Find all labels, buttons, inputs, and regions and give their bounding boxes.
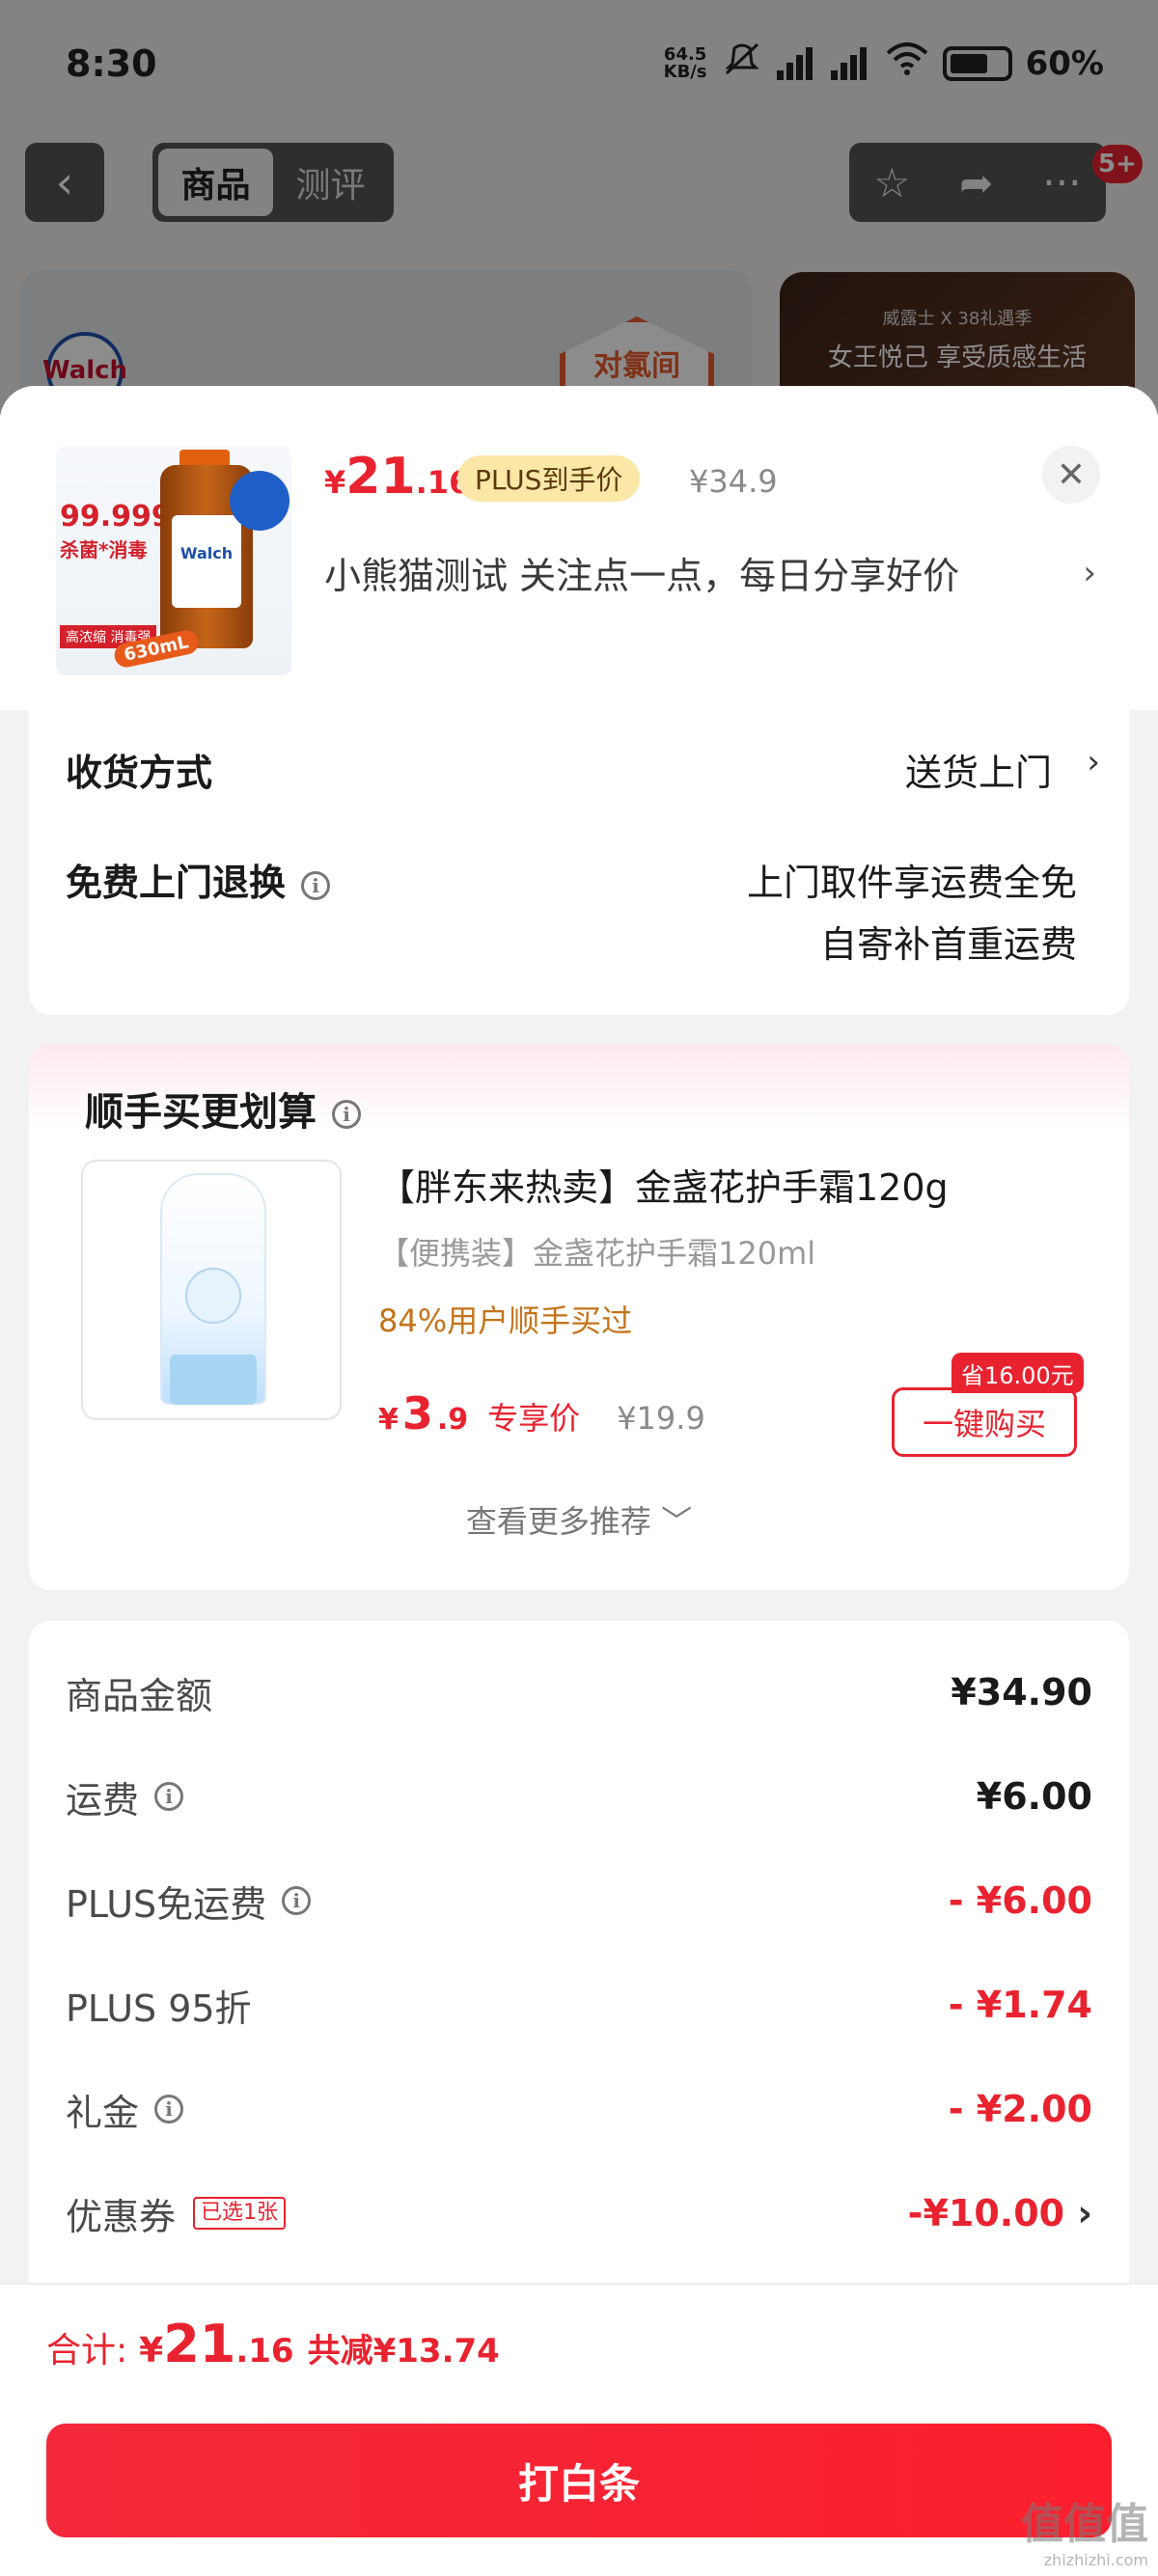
tube-cap — [170, 1355, 257, 1405]
rec-price-integer: 3 — [401, 1387, 433, 1439]
one-click-buy-button[interactable]: 一键购买 — [892, 1387, 1077, 1457]
watermark: 值值值 zhizhizhi.com — [1021, 2489, 1148, 2569]
info-icon[interactable]: i — [154, 2095, 184, 2124]
summary-label-text: 运费 — [66, 1778, 140, 1822]
price-symbol: ¥ — [324, 464, 346, 501]
original-price: ¥34.9 — [689, 463, 778, 500]
pay-button[interactable]: 打白条 — [46, 2424, 1112, 2537]
summary-value: ¥34.90 — [951, 1671, 1092, 1713]
shop-line-text: 小熊猫测试 关注点一点，每日分享好价 — [324, 555, 960, 597]
total-symbol: ¥ — [139, 2331, 164, 2370]
save-badge: 省16.00元 — [951, 1353, 1084, 1393]
free-return-label: 免费上门退换 i — [66, 853, 331, 906]
summary-label-text: 优惠券 — [66, 2195, 177, 2238]
overlay-dim[interactable] — [0, 0, 1158, 415]
coupon-value: -¥10.00 — [907, 2192, 1065, 2234]
checkout-sheet: 99.999% 杀菌*消毒 高浓缩 消毒强 Walch 630mL ¥ 21 .… — [0, 386, 1158, 2576]
chevron-right-icon[interactable]: › — [1087, 743, 1100, 781]
summary-row-goods: 商品金额 ¥34.90 — [66, 1663, 1092, 1721]
total-bar: 合计: ¥ 21 .16 共减¥13.74 — [0, 2283, 1158, 2412]
info-icon[interactable]: i — [282, 1886, 312, 1915]
product-thumbnail: 99.999% 杀菌*消毒 高浓缩 消毒强 Walch 630mL — [56, 446, 291, 675]
summary-row-shipping: 运费 i ¥6.00 — [66, 1768, 1092, 1825]
delivery-card: 收货方式 送货上门 › 免费上门退换 i 上门取件享运费全免 自寄补首重运费 — [29, 710, 1129, 1015]
summary-value: - ¥1.74 — [948, 1984, 1092, 2026]
product-header: 99.999% 杀菌*消毒 高浓缩 消毒强 Walch 630mL ¥ 21 .… — [0, 386, 1158, 710]
chevron-right-icon: › — [1083, 553, 1096, 592]
summary-label: 优惠券 已选1张 — [66, 2187, 287, 2240]
recommended-product-sub: 【便携装】金盏花护手霜120ml — [378, 1235, 816, 1272]
total-integer: 21 — [163, 2314, 236, 2374]
coupon-selected-tag: 已选1张 — [193, 2197, 287, 2230]
summary-label: PLUS 95折 — [66, 1987, 252, 2030]
free-return-text: 免费上门退换 — [66, 862, 287, 904]
price-summary-card: 商品金额 ¥34.90 运费 i ¥6.00 PLUS免运费 i - ¥6.00 P… — [29, 1621, 1129, 2316]
plus-price-tag: PLUS到手价 — [457, 455, 641, 502]
chevron-right-icon[interactable]: › — [1077, 2192, 1092, 2234]
bear-illustration — [185, 1268, 241, 1324]
pay-zone: 打白条 — [0, 2412, 1158, 2576]
bottle-label: Walch — [172, 515, 241, 608]
summary-label: 商品金额 — [66, 1674, 213, 1717]
rec-price-symbol: ¥ — [378, 1403, 399, 1437]
close-icon: ✕ — [1056, 454, 1087, 495]
shop-link[interactable]: 小熊猫测试 关注点一点，每日分享好价 › — [324, 546, 1096, 599]
watermark-main: 值值值 — [1021, 2500, 1148, 2549]
total-amount: 合计: ¥ 21 .16 共减¥13.74 — [46, 2314, 500, 2374]
summary-value: -¥10.00 › — [908, 2192, 1092, 2234]
summary-row-coupon[interactable]: 优惠券 已选1张 -¥10.00 › — [66, 2184, 1092, 2242]
rec-original-price: ¥19.9 — [617, 1400, 705, 1437]
recommendation-title-text: 顺手买更划算 — [85, 1090, 317, 1135]
summary-label-text: PLUS免运费 — [66, 1882, 267, 1926]
summary-value: ¥6.00 — [976, 1775, 1092, 1818]
recommended-price: ¥ 3 .9 专享价 ¥19.9 — [378, 1387, 705, 1439]
info-icon[interactable]: i — [154, 1782, 184, 1811]
exclusive-price-label: 专享价 — [487, 1400, 581, 1437]
thumb-subtitle: 杀菌*消毒 — [60, 538, 148, 562]
product-price: ¥ 21 .16 — [324, 448, 470, 506]
watermark-sub: zhizhizhi.com — [1043, 2551, 1148, 2569]
summary-value: - ¥2.00 — [948, 2088, 1092, 2130]
total-label: 合计: — [46, 2331, 128, 2370]
summary-row-gift: 礼金 i - ¥2.00 — [66, 2080, 1092, 2138]
rec-price-decimal: .9 — [436, 1403, 469, 1437]
background-product-page: Walch 对氯间 威露士 X 38礼遇季 女王悦己 享受质感生活 8:30 6… — [0, 0, 1158, 415]
summary-row-plus-shipping: PLUS免运费 i - ¥6.00 — [66, 1872, 1092, 1930]
total-saved: 共减¥13.74 — [307, 2332, 500, 2370]
see-more-recommendations[interactable]: 查看更多推荐 ﹀ — [29, 1497, 1129, 1542]
delivery-method-value[interactable]: 送货上门 — [905, 743, 1052, 796]
info-icon[interactable]: i — [301, 870, 331, 900]
recommendation-card: 顺手买更划算 i 【胖东来热卖】金盏花护手霜120g 【便携装】金盏花护手霜120… — [29, 1044, 1129, 1590]
close-button[interactable]: ✕ — [1042, 446, 1100, 504]
recommended-product-name[interactable]: 【胖东来热卖】金盏花护手霜120g — [378, 1158, 949, 1211]
free-return-value-1: 上门取件享运费全免 — [746, 862, 1077, 904]
recommendation-title: 顺手买更划算 i — [85, 1081, 361, 1137]
delivery-method-label: 收货方式 — [66, 752, 213, 794]
free-return-value-2: 自寄补首重运费 — [819, 923, 1077, 966]
summary-label: PLUS免运费 i — [66, 1875, 312, 1928]
summary-row-plus-discount: PLUS 95折 - ¥1.74 — [66, 1976, 1092, 2034]
summary-value: - ¥6.00 — [948, 1879, 1092, 1922]
recommended-product-image[interactable] — [81, 1160, 342, 1420]
bought-rate: 84%用户顺手买过 — [378, 1302, 633, 1339]
info-icon[interactable]: i — [332, 1100, 361, 1129]
thumb-badge — [230, 471, 290, 531]
summary-label: 运费 i — [66, 1770, 184, 1823]
summary-label-text: 礼金 — [66, 2091, 140, 2134]
summary-label: 礼金 i — [66, 2083, 184, 2136]
total-decimal: .16 — [235, 2332, 294, 2370]
price-integer: 21 — [345, 448, 416, 506]
